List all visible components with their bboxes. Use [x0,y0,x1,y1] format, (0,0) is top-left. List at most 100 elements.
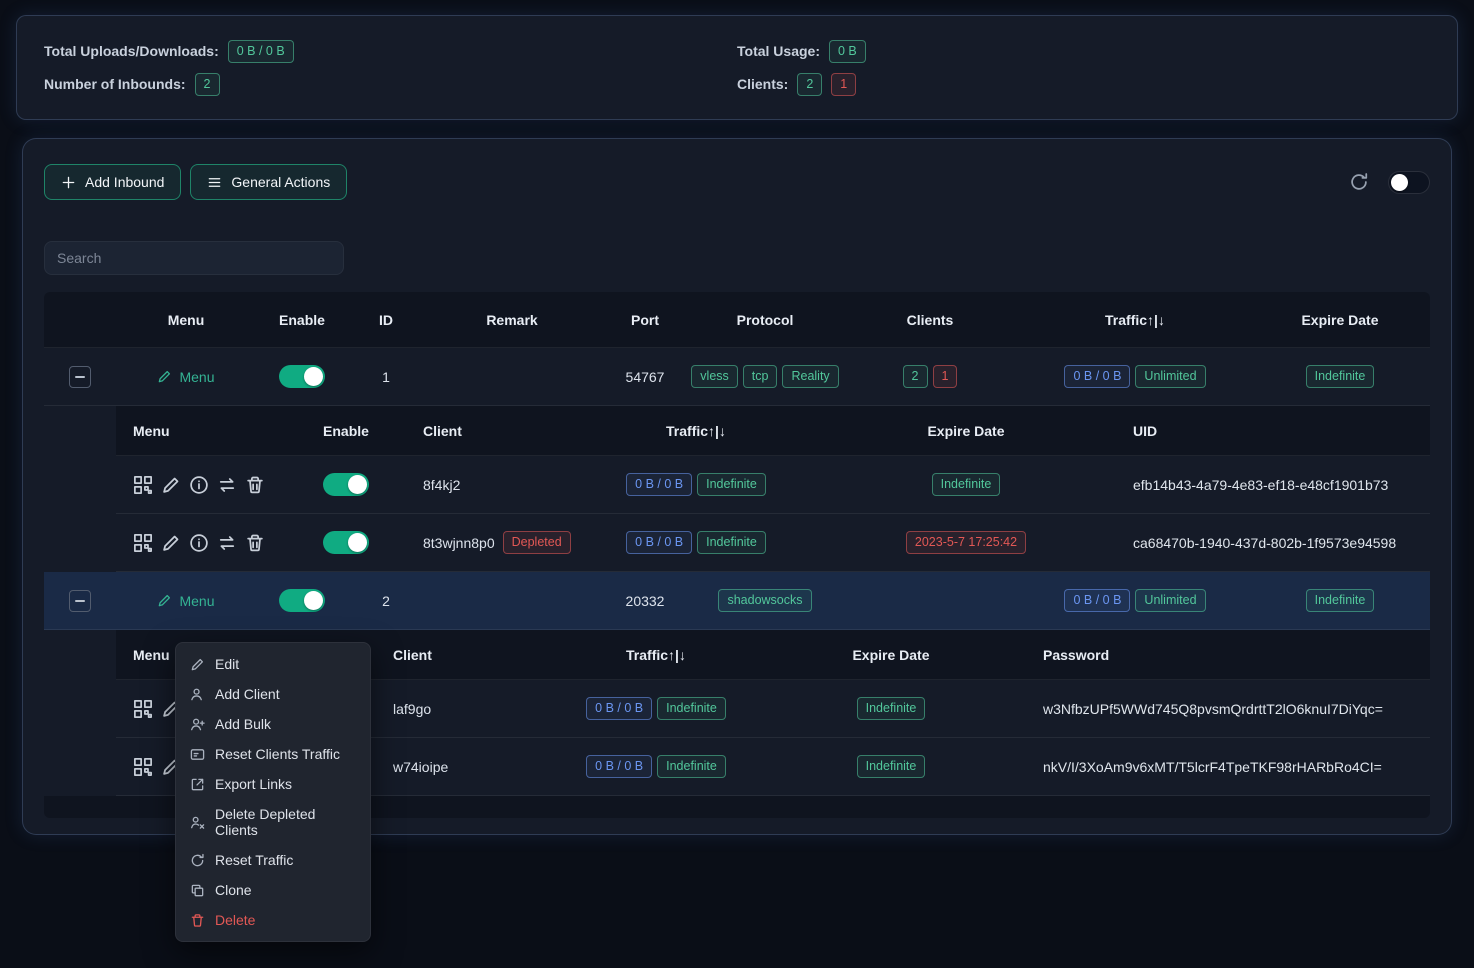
col-header-remark: Remark [424,312,600,328]
stats-right-column: Total Usage: 0 B Clients: 2 1 [737,39,1430,105]
col-header-client: Client [406,423,576,439]
client-enable-toggle[interactable] [323,531,369,554]
clients-table-1-header: Menu Enable Client Traffic↑|↓ Expire Dat… [116,406,1430,456]
menu-item-reset-traffic[interactable]: Reset Traffic [176,845,370,875]
stat-clients-depleted-badge: 1 [831,73,856,96]
stat-clients-value-badge: 2 [797,73,822,96]
menu-item-label: Add Client [215,686,280,702]
qr-code-icon[interactable] [133,533,153,553]
client-uid: ca68470b-1940-437d-802b-1f9573e94598 [1116,535,1430,551]
qr-code-icon[interactable] [133,699,153,719]
menu-item-clone[interactable]: Clone [176,875,370,905]
delete-icon[interactable] [245,533,265,553]
stat-usage-value-badge: 0 B [829,40,866,63]
inbound-1-id: 1 [348,369,424,385]
delete-depleted-clients-icon [190,815,205,830]
expire-badge: Indefinite [1306,365,1375,388]
protocol-tag: tcp [743,365,778,388]
add-client-icon [190,687,205,702]
reset-clients-traffic-icon [190,747,205,762]
clients-count-badge: 2 [903,365,928,388]
stat-uploads-label: Total Uploads/Downloads: [44,43,219,59]
col-header-expire: Expire Date [1250,312,1430,328]
general-actions-button[interactable]: General Actions [190,164,347,200]
menu-item-label: Reset Clients Traffic [215,746,340,762]
menu-item-delete[interactable]: Delete [176,905,370,935]
expire-badge: Indefinite [857,697,926,720]
inbound-2-port: 20332 [600,593,690,609]
collapse-inbound-2-button[interactable] [69,590,91,612]
stats-panel: Total Uploads/Downloads: 0 B / 0 B Numbe… [16,15,1458,120]
inbound-1-menu-button[interactable]: Menu [157,369,214,385]
collapse-inbound-1-button[interactable] [69,366,91,388]
menu-item-export-links[interactable]: Export Links [176,769,370,799]
menu-item-reset-clients-traffic[interactable]: Reset Clients Traffic [176,739,370,769]
expire-badge: Indefinite [857,755,926,778]
client-password: w3NfbzUPf5WWd745Q8pvsmQrdrttT2lO6knuI7Di… [1026,701,1430,717]
expire-badge: Indefinite [932,473,1001,496]
client-enable-toggle[interactable] [323,473,369,496]
search-input[interactable] [44,241,344,275]
traffic-limit-badge: Unlimited [1135,589,1205,612]
col-header-protocol: Protocol [690,312,840,328]
stat-clients-label: Clients: [737,76,788,92]
qr-code-icon[interactable] [133,757,153,777]
clients-depleted-badge: 1 [933,365,958,388]
col-header-expire: Expire Date [816,423,1116,439]
menu-item-edit[interactable]: Edit [176,649,370,679]
reset-traffic-icon [190,853,205,868]
delete-icon[interactable] [245,475,265,495]
traffic-badge: 0 B / 0 B [626,531,692,554]
info-icon[interactable] [189,533,209,553]
toolbar: Add Inbound General Actions [44,164,1430,200]
inbound-2-enable-toggle[interactable] [279,589,325,612]
edit-icon[interactable] [161,533,181,553]
menu-item-label: Add Bulk [215,716,271,732]
inbound-2-id: 2 [348,593,424,609]
menu-item-add-client[interactable]: Add Client [176,679,370,709]
inbound-1-enable-toggle[interactable] [279,365,325,388]
client-name: w74ioipe [376,759,556,775]
menu-item-delete-depleted-clients[interactable]: Delete Depleted Clients [176,799,370,845]
col-header-expire: Expire Date [756,647,1026,663]
traffic-badge: 0 B / 0 B [586,755,652,778]
col-header-clients: Clients [840,312,1020,328]
stat-inbounds-count: Number of Inbounds: 2 [44,72,737,96]
traffic-limit-badge: Unlimited [1135,365,1205,388]
col-header-password: Password [1026,647,1430,663]
add-inbound-button[interactable]: Add Inbound [44,164,181,200]
inbound-row-2: Menu 2 20332 shadowsocks 0 B / 0 B Unlim… [44,572,1430,630]
inbound-2-menu-button[interactable]: Menu [157,593,214,609]
col-header-uid: UID [1116,423,1430,439]
menu-item-label: Delete Depleted Clients [215,806,356,838]
client-row-8t3wjnn8p0: 8t3wjnn8p0 Depleted 0 B / 0 B Indefinite… [116,514,1430,572]
dark-mode-toggle[interactable] [1388,171,1430,194]
col-header-id: ID [348,312,424,328]
col-header-menu: Menu [116,423,286,439]
clone-icon [190,883,205,898]
col-header-client: Client [376,647,556,663]
client-name: 8f4kj2 [406,477,576,493]
protocol-tag: vless [691,365,737,388]
col-header-port: Port [600,312,690,328]
edit-icon [157,369,172,384]
clients-table-inbound-1: Menu Enable Client Traffic↑|↓ Expire Dat… [116,406,1430,572]
edit-icon[interactable] [161,475,181,495]
client-row-8f4kj2: 8f4kj2 0 B / 0 B Indefinite Indefinite e… [116,456,1430,514]
menu-list-icon [207,175,222,190]
col-header-traffic-sort[interactable]: Traffic↑|↓ [556,647,756,663]
col-header-enable: Enable [256,312,348,328]
menu-item-label: Reset Traffic [215,852,293,868]
protocol-tag: Reality [782,365,838,388]
col-header-traffic-sort[interactable]: Traffic↑|↓ [1020,312,1250,328]
traffic-badge: 0 B / 0 B [586,697,652,720]
col-header-traffic-sort[interactable]: Traffic↑|↓ [576,423,816,439]
stats-left-column: Total Uploads/Downloads: 0 B / 0 B Numbe… [44,39,737,105]
inbound-context-menu: Edit Add Client Add Bulk Reset Clients T… [175,642,371,942]
qr-code-icon[interactable] [133,475,153,495]
reset-traffic-icon[interactable] [217,533,237,553]
info-icon[interactable] [189,475,209,495]
refresh-icon[interactable] [1349,172,1369,192]
reset-traffic-icon[interactable] [217,475,237,495]
menu-item-add-bulk[interactable]: Add Bulk [176,709,370,739]
